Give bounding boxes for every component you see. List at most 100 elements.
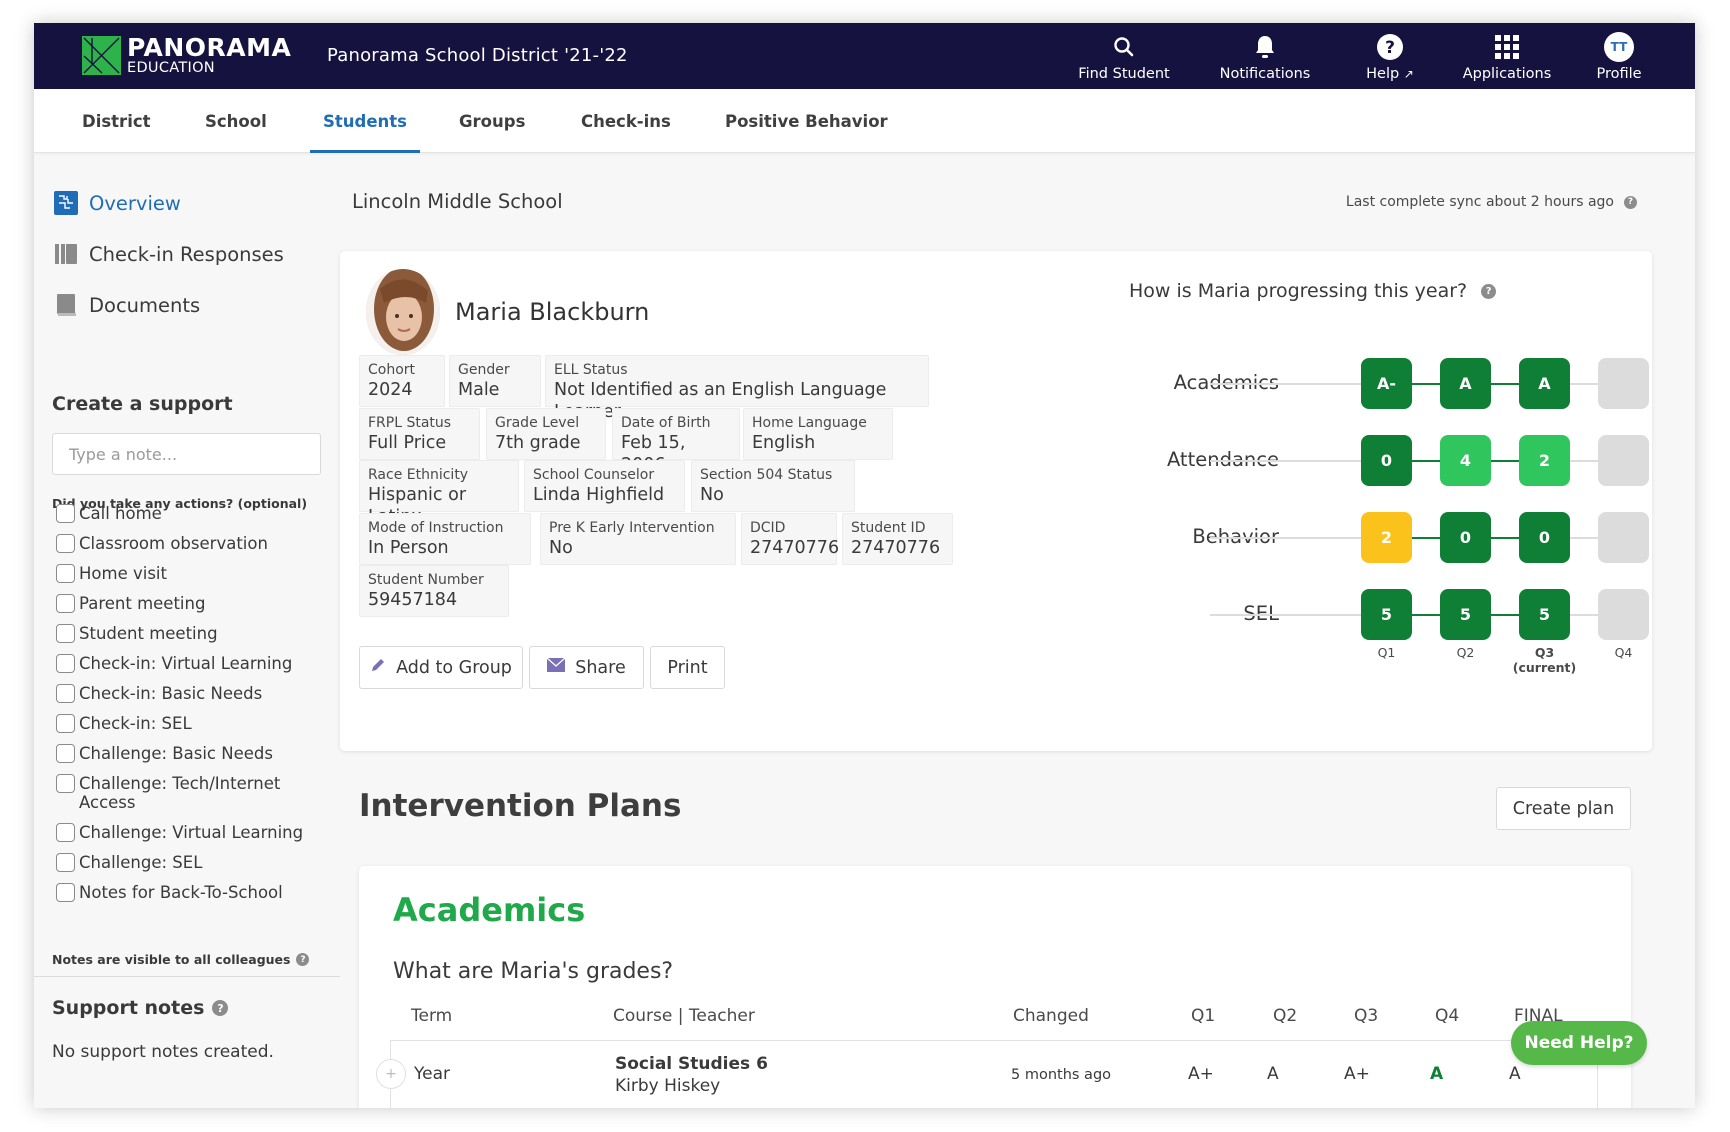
tab-groups[interactable]: Groups: [459, 89, 525, 153]
notifications-button[interactable]: Notifications: [1210, 23, 1320, 89]
progress-cell-behavior-q3[interactable]: 0: [1519, 512, 1570, 563]
checkbox[interactable]: [56, 883, 75, 902]
main-tabs: District School Students Groups Check-in…: [34, 89, 1695, 153]
tab-check-ins[interactable]: Check-ins: [581, 89, 671, 153]
action-checkbox-row[interactable]: Home visit: [56, 564, 326, 583]
checkbox[interactable]: [56, 504, 75, 523]
attribute-value: 2024: [368, 380, 413, 400]
action-checkbox-row[interactable]: Challenge: Virtual Learning: [56, 823, 326, 842]
row-q4: A: [1430, 1064, 1444, 1084]
progress-cell-attendance-q2[interactable]: 4: [1440, 435, 1491, 486]
action-checkbox-row[interactable]: Classroom observation: [56, 534, 326, 553]
checkbox[interactable]: [56, 534, 75, 553]
col-q1: Q1: [1191, 1006, 1216, 1026]
avatar: TT: [1604, 32, 1634, 62]
pencil-icon: [370, 657, 386, 678]
checkbox-label: Parent meeting: [79, 594, 206, 613]
action-checkbox-row[interactable]: Parent meeting: [56, 594, 326, 613]
tab-school[interactable]: School: [205, 89, 267, 153]
action-checkbox-row[interactable]: Challenge: SEL: [56, 853, 326, 872]
checkbox[interactable]: [56, 564, 75, 583]
sidebar-item-documents[interactable]: Documents: [54, 293, 200, 317]
sync-text: Last complete sync about 2 hours ago: [1345, 194, 1614, 210]
panorama-logo[interactable]: PANORAMA EDUCATION: [82, 35, 291, 76]
need-help-button[interactable]: Need Help?: [1511, 1021, 1647, 1065]
action-checkbox-row[interactable]: Challenge: Tech/Internet Access: [56, 774, 326, 812]
sidebar-item-check-in-responses[interactable]: Check-in Responses: [54, 242, 284, 266]
progress-cell-behavior-q1[interactable]: 2: [1361, 512, 1412, 563]
attribute-value: No: [700, 485, 724, 505]
attribute-value: 27470776: [851, 538, 941, 558]
tab-positive-behavior[interactable]: Positive Behavior: [725, 89, 888, 153]
attribute-race-ethnicity: Race EthnicityHispanic or Latinx: [359, 460, 519, 527]
progress-cell-sel-q1[interactable]: 5: [1361, 589, 1412, 640]
envelope-icon: [546, 657, 566, 678]
help-icon[interactable]: ?: [212, 1000, 229, 1016]
col-course-teacher: Course | Teacher: [613, 1006, 755, 1026]
progress-cell-attendance-q4: [1598, 435, 1649, 486]
help-button[interactable]: ? Help ↗: [1350, 23, 1430, 89]
quarter-label: Q2: [1426, 645, 1506, 660]
support-notes-empty: No support notes created.: [52, 1042, 274, 1062]
progress-cell-sel-q3[interactable]: 5: [1519, 589, 1570, 640]
checkbox[interactable]: [56, 684, 75, 703]
help-icon[interactable]: ?: [296, 953, 310, 966]
add-to-group-button[interactable]: Add to Group: [359, 646, 523, 689]
quarter-name: Q2: [1456, 645, 1475, 660]
print-button[interactable]: Print: [650, 646, 725, 689]
help-icon[interactable]: ?: [1624, 195, 1637, 209]
attribute-label: FRPL Status: [368, 415, 452, 431]
action-checkbox-row[interactable]: Check-in: SEL: [56, 714, 326, 733]
col-q4: Q4: [1435, 1006, 1460, 1026]
progress-cell-sel-q2[interactable]: 5: [1440, 589, 1491, 640]
checkbox[interactable]: [56, 594, 75, 613]
checkbox[interactable]: [56, 624, 75, 643]
profile-label: Profile: [1596, 66, 1642, 82]
help-icon[interactable]: ?: [1481, 283, 1497, 299]
attribute-label: Mode of Instruction: [368, 520, 504, 536]
progress-cell-attendance-q3[interactable]: 2: [1519, 435, 1570, 486]
checkbox[interactable]: [56, 853, 75, 872]
tab-students[interactable]: Students: [310, 89, 420, 153]
action-checkbox-row[interactable]: Check-in: Virtual Learning: [56, 654, 326, 673]
action-checkbox-row[interactable]: Notes for Back-To-School: [56, 883, 326, 902]
applications-button[interactable]: Applications: [1452, 23, 1562, 89]
student-photo: [366, 269, 440, 355]
share-button[interactable]: Share: [529, 646, 644, 689]
academics-plan-card: Academics What are Maria's grades? Term …: [359, 866, 1631, 1108]
progress-cell-academics-q1[interactable]: A-: [1361, 358, 1412, 409]
attribute-value: 7th grade: [495, 433, 581, 453]
checkbox[interactable]: [56, 823, 75, 842]
action-checkbox-row[interactable]: Call home: [56, 504, 326, 523]
notes-visibility: Notes are visible to all colleagues ?: [52, 952, 310, 967]
note-input[interactable]: [52, 433, 321, 475]
progress-cell-behavior-q2[interactable]: 0: [1440, 512, 1491, 563]
attribute-grade-level: Grade Level 7th grade: [486, 408, 606, 460]
checkbox[interactable]: [56, 654, 75, 673]
checkbox[interactable]: [56, 774, 75, 793]
tab-district[interactable]: District: [82, 89, 151, 153]
sidebar-item-overview[interactable]: Overview: [54, 191, 181, 215]
expand-row-button[interactable]: +: [376, 1059, 406, 1089]
book-icon: [54, 293, 78, 317]
attribute-ell-status: ELL Status Not Identified as an English L…: [545, 355, 929, 422]
col-changed: Changed: [1013, 1006, 1089, 1026]
find-student-button[interactable]: Find Student: [1074, 23, 1174, 89]
checkbox-label: Check-in: Virtual Learning: [79, 654, 293, 673]
progress-cell-attendance-q1[interactable]: 0: [1361, 435, 1412, 486]
create-plan-button[interactable]: Create plan: [1496, 787, 1631, 830]
bell-icon: [1254, 32, 1276, 62]
profile-button[interactable]: TT Profile: [1579, 23, 1659, 89]
action-checkbox-row[interactable]: Challenge: Basic Needs: [56, 744, 326, 763]
notes-visibility-text: Notes are visible to all colleagues: [52, 952, 291, 967]
progress-cell-academics-q2[interactable]: A: [1440, 358, 1491, 409]
action-checkbox-row[interactable]: Student meeting: [56, 624, 326, 643]
checkbox[interactable]: [56, 714, 75, 733]
attribute-mode-of-instruction: Mode of Instruction In Person: [359, 513, 531, 565]
action-checkbox-row[interactable]: Check-in: Basic Needs: [56, 684, 326, 703]
attribute-label: Date of Birth: [621, 415, 711, 431]
progress-cell-academics-q3[interactable]: A: [1519, 358, 1570, 409]
checkbox[interactable]: [56, 744, 75, 763]
row-changed: 5 months ago: [1011, 1067, 1112, 1083]
student-name: Maria Blackburn: [455, 298, 650, 326]
